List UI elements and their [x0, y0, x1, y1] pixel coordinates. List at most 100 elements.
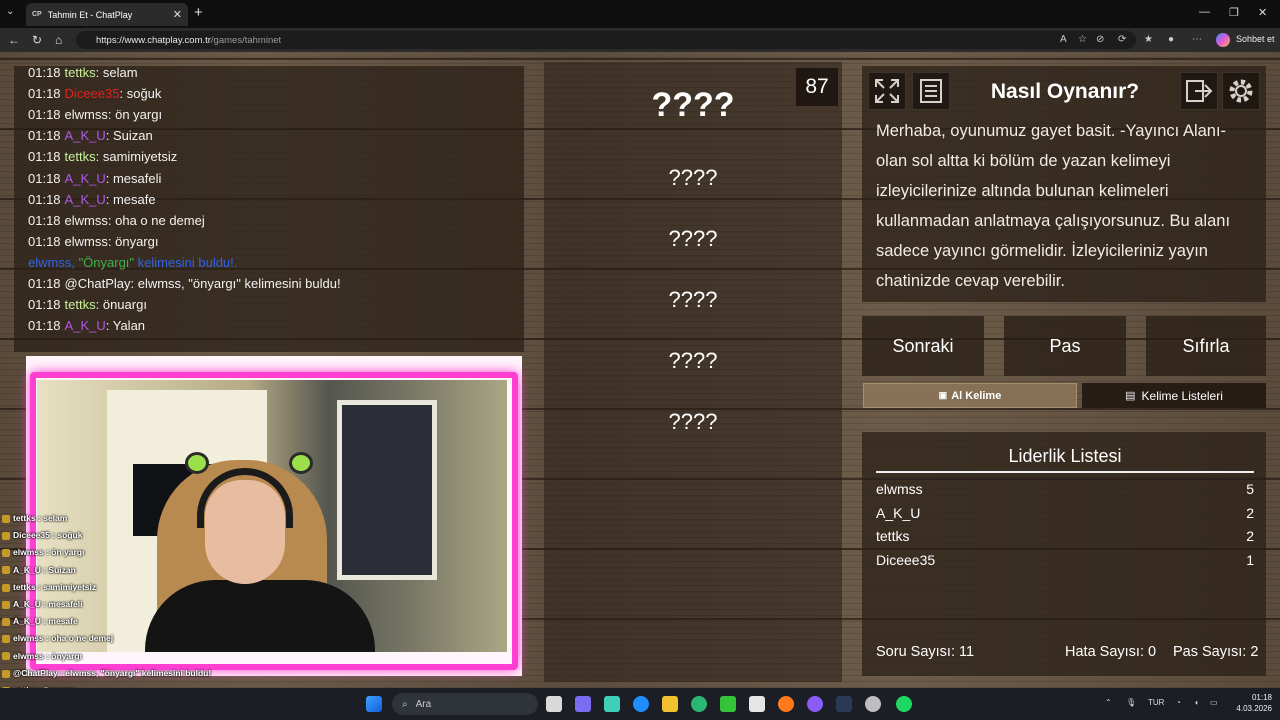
chat-username[interactable]: A_K_U	[65, 192, 106, 207]
chat-text: : mesafeli	[105, 170, 162, 186]
leaderboard-row: A_K_U 2	[876, 505, 1254, 521]
window-close-icon[interactable]: ✕	[1258, 6, 1267, 19]
minimize-icon[interactable]: —	[1199, 6, 1210, 18]
volume-icon[interactable]: ◖	[1194, 698, 1199, 707]
chat-time: 01:18	[28, 128, 61, 144]
xbox-app-icon[interactable]	[720, 696, 736, 712]
microphone-icon[interactable]: 🎙	[1126, 698, 1136, 707]
chat-username[interactable]: tettks	[65, 297, 96, 312]
refresh-extension-icon[interactable]: ⟳	[1118, 34, 1126, 45]
settings-gear-icon[interactable]	[1222, 72, 1260, 110]
address-bar: ← ↻ ⌂ https://www.chatplay.com.tr/games/…	[0, 28, 1280, 52]
start-windows-icon[interactable]	[366, 696, 382, 712]
profile-avatar-icon[interactable]: ●	[1168, 34, 1174, 45]
chat-time: 01:18	[28, 318, 61, 334]
chat-badge-icon	[2, 549, 10, 558]
chat-username[interactable]: tettks	[65, 65, 96, 80]
clock-time: 01:18	[1251, 693, 1272, 702]
browser-tab-bar: ⌄ CP Tahmin Et - ChatPlay ✕ + — ❐ ✕	[0, 0, 1280, 28]
clock-date: 4.03.2026	[1236, 704, 1272, 713]
chat-username[interactable]: Diceee35	[65, 86, 120, 101]
system-user: elwmss,	[28, 254, 79, 270]
chat-text: : Yalan	[105, 318, 146, 334]
spotify-icon[interactable]	[896, 696, 912, 712]
chat-time: 01:18	[28, 297, 61, 313]
chat-username[interactable]: elwmss	[65, 234, 108, 249]
chat-text: : mesafe	[105, 191, 156, 207]
help-icon[interactable]	[633, 696, 649, 712]
leaderboard-title: Liderlik Listesi	[876, 446, 1254, 473]
leaderboard-row: Diceee35 1	[876, 552, 1254, 568]
word-lists-button[interactable]: ▤ Kelime Listeleri	[1082, 383, 1266, 408]
tracking-prevention-icon[interactable]: ⊘	[1096, 34, 1104, 45]
chat-time: 01:18	[28, 149, 61, 165]
overlay-chat-line: A_K_U : mesafe	[2, 616, 78, 626]
discord-icon[interactable]	[807, 696, 823, 712]
chat-time: 01:18	[28, 233, 61, 249]
snipping-tool-icon[interactable]	[604, 696, 620, 712]
chat-username[interactable]: A_K_U	[65, 318, 106, 333]
browser-tab[interactable]: CP Tahmin Et - ChatPlay ✕	[26, 3, 188, 26]
chat-username[interactable]: A_K_U	[65, 171, 106, 186]
chat-text: : selam	[95, 65, 138, 80]
task-view-icon[interactable]	[546, 696, 562, 712]
chat-username[interactable]: A_K_U	[65, 128, 106, 143]
tab-list-chevron-icon[interactable]: ⌄	[6, 6, 14, 17]
battery-icon[interactable]: ▭	[1210, 698, 1218, 707]
chat-message: 01:18 tettks: selam	[28, 65, 138, 80]
file-explorer-icon[interactable]	[662, 696, 678, 712]
robot-icon: ▣	[938, 390, 948, 400]
close-tab-icon[interactable]: ✕	[173, 8, 182, 21]
read-aloud-icon[interactable]: A	[1060, 34, 1067, 45]
store-icon[interactable]	[749, 696, 765, 712]
search-placeholder: Ara	[415, 698, 432, 710]
fullscreen-icon[interactable]	[868, 72, 906, 110]
chat-username[interactable]: elwmss	[65, 107, 108, 122]
chat-username[interactable]: elwmss	[65, 213, 108, 228]
favorites-icon[interactable]: ★	[1144, 34, 1153, 45]
copilot-icon[interactable]	[1216, 33, 1230, 47]
teams-icon[interactable]	[575, 696, 591, 712]
word-lists-label: Kelime Listeleri	[1141, 388, 1223, 403]
firefox-icon[interactable]	[778, 696, 794, 712]
error-count: Hata Sayısı: 0	[1065, 644, 1157, 660]
chat-badge-icon	[2, 514, 10, 523]
overlay-chat-text: A_K_U : mesafeli	[13, 599, 83, 609]
hidden-word: ????	[668, 348, 718, 373]
wifi-icon[interactable]: ◔	[1176, 698, 1181, 707]
chat-message: 01:18 Diceee35: soğuk	[28, 86, 161, 101]
chat-text: : elwmss, "önyargı" kelimesini buldu!	[130, 276, 341, 291]
new-tab-plus-icon[interactable]: +	[194, 4, 203, 21]
overlay-chat-text: elwmss : ön yargı	[13, 547, 85, 558]
taskbar-search[interactable]: ⌕ Ara	[392, 693, 538, 715]
chat-username[interactable]: @ChatPlay	[65, 276, 131, 291]
tab-title: Tahmin Et - ChatPlay	[47, 9, 133, 20]
language-indicator[interactable]: TUR	[1148, 698, 1164, 707]
player-name: tettks	[876, 528, 910, 545]
url-input[interactable]: https://www.chatplay.com.tr/games/tahmin…	[76, 31, 1136, 49]
reload-icon[interactable]: ↻	[32, 33, 42, 47]
system-message: kelimesini buldu!.	[137, 254, 238, 270]
taskbar-clock[interactable]: 01:18 4.03.2026	[1232, 692, 1272, 714]
maximize-icon[interactable]: ❐	[1229, 6, 1239, 19]
pass-button[interactable]: Pas	[1004, 316, 1126, 376]
reset-button[interactable]: Sıfırla	[1146, 316, 1266, 376]
back-arrow-icon[interactable]: ←	[8, 33, 20, 47]
tray-chevron-up-icon[interactable]: ⌃	[1105, 698, 1112, 707]
obs-icon[interactable]	[865, 696, 881, 712]
get-word-button[interactable]: ▣ Al Kelime	[863, 383, 1077, 408]
exit-icon[interactable]	[1180, 72, 1218, 110]
edge-browser-icon[interactable]	[691, 696, 707, 712]
next-button[interactable]: Sonraki	[862, 316, 984, 376]
pass-count: Pas Sayısı: 2	[1173, 644, 1259, 660]
favorite-star-icon[interactable]: ☆	[1078, 34, 1087, 45]
chat-button[interactable]: Sohbet et	[1236, 34, 1275, 44]
chat-message: 01:18 tettks: önuargı	[28, 297, 147, 312]
notes-icon[interactable]	[912, 72, 950, 110]
home-icon[interactable]: ⌂	[55, 33, 62, 47]
more-options-icon[interactable]: ⋯	[1192, 34, 1202, 45]
player-score: 1	[1246, 551, 1254, 568]
steam-icon[interactable]	[836, 696, 852, 712]
chat-text: : Suizan	[105, 128, 153, 144]
chat-username[interactable]: tettks	[65, 149, 96, 164]
